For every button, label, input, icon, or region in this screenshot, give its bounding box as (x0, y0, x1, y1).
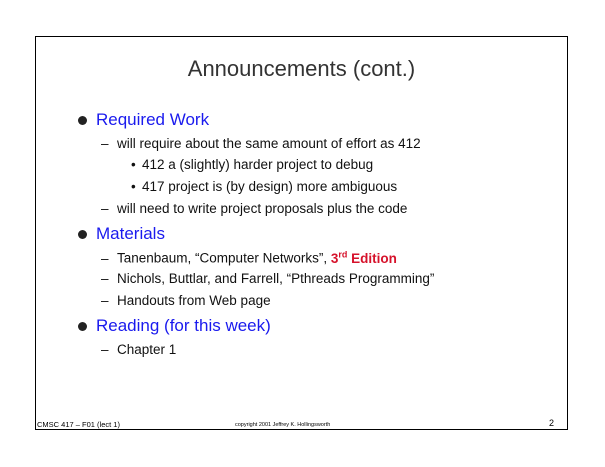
small-bullet-icon: • (131, 157, 136, 172)
sub-list-item: • 412 a (slightly) harder project to debu… (131, 157, 374, 172)
edition-highlight: 3rd Edition (330, 249, 397, 266)
bullet-dot-icon (78, 321, 87, 331)
sub-list-item: • 417 project is (by design) more ambiguo… (131, 179, 398, 194)
page-number: 2 (549, 418, 555, 428)
bullet-dot-icon (78, 115, 87, 125)
dash-icon: – (101, 136, 109, 151)
footer-course: CMSC 417 – F01 (lect 1) (37, 420, 120, 429)
bullet-materials: Materials (78, 224, 165, 244)
dash-icon: – (101, 201, 109, 216)
dash-icon: – (101, 293, 109, 308)
section-heading: Required Work (96, 110, 210, 129)
dash-icon: – (101, 250, 109, 266)
footer-copyright: copyright 2001 Jeffrey K. Hollingsworth (235, 422, 331, 428)
dash-icon: – (101, 342, 109, 357)
dash-icon: – (101, 271, 109, 286)
list-item: – will require about the same amount of e… (101, 136, 421, 151)
list-item: – Chapter 1 (101, 342, 177, 357)
section-heading: Reading (for this week) (96, 316, 271, 335)
list-item: – Tanenbaum, “Computer Networks”, 3rd Edi… (101, 249, 397, 266)
list-item: – will need to write project proposals pl… (101, 201, 408, 216)
list-item: – Handouts from Web page (101, 293, 271, 308)
small-bullet-icon: • (131, 179, 136, 194)
bullet-dot-icon (78, 229, 87, 239)
bullet-reading: Reading (for this week) (78, 316, 271, 336)
list-item: – Nichols, Buttlar, and Farrell, “Pthread… (101, 271, 435, 286)
bullet-required-work: Required Work (78, 110, 209, 130)
slide-title: Announcements (cont.) (187, 56, 416, 81)
section-heading: Materials (96, 224, 165, 243)
